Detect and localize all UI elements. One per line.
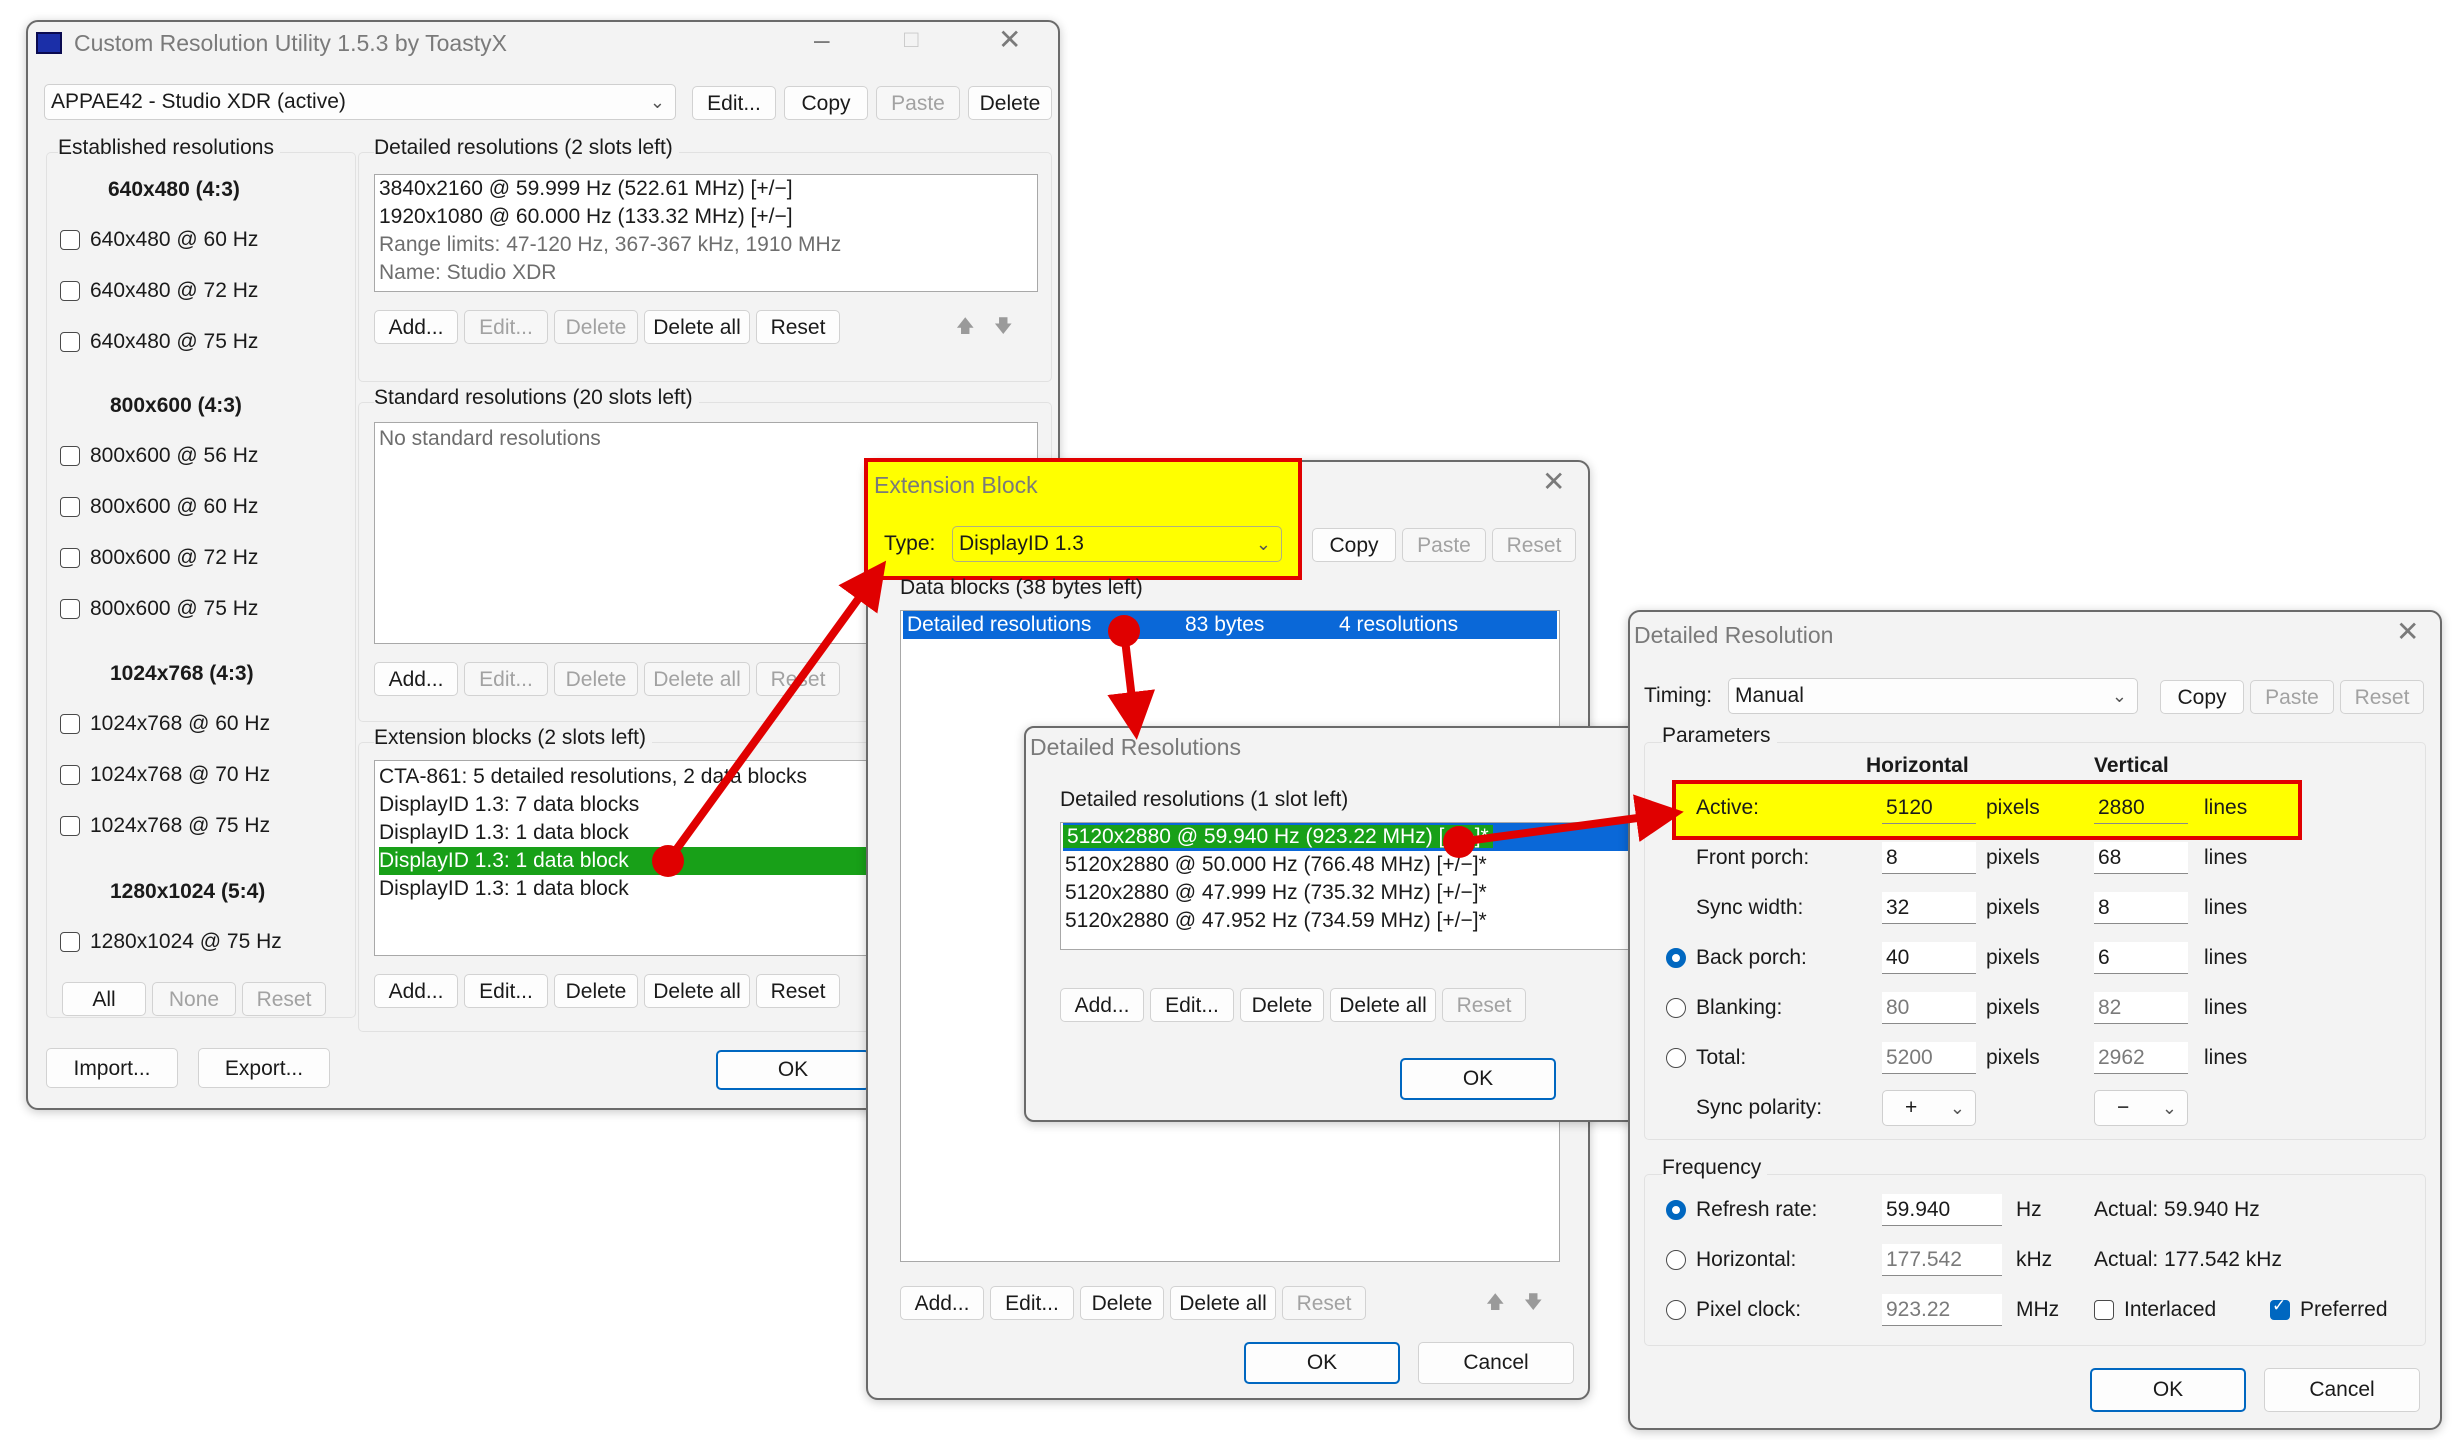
arrow-resolution-to-active [1443,794,1684,858]
arrow-extension-to-type [652,560,887,877]
annotation-arrows [652,560,1684,877]
arrow-datablock-to-resolutions [1107,615,1156,740]
